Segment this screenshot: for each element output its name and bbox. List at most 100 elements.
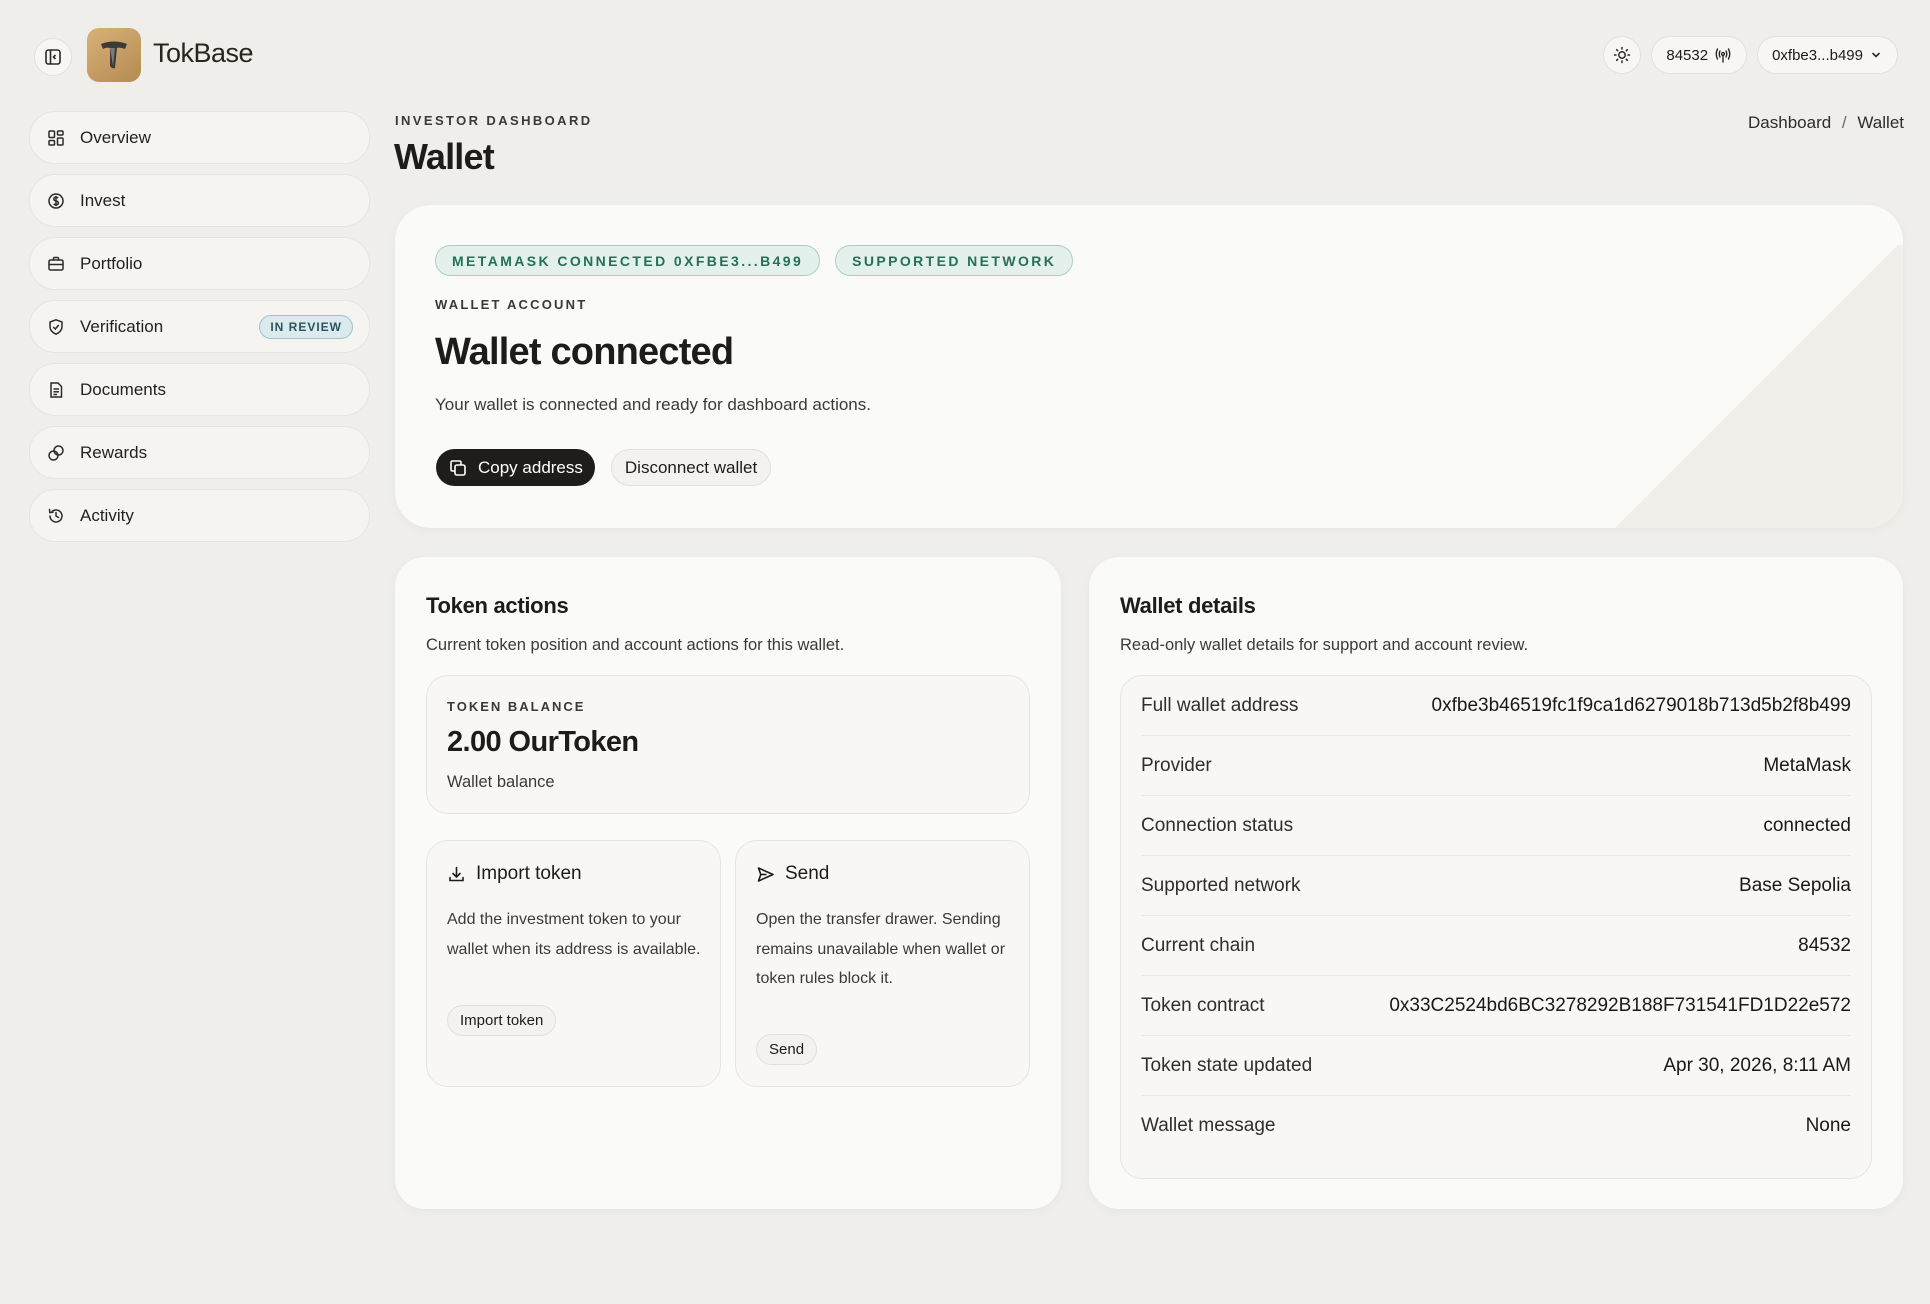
history-icon	[46, 506, 66, 526]
chain-id-label: 84532	[1666, 46, 1709, 64]
dollar-circle-icon	[46, 191, 66, 211]
wallet-status-title: Wallet connected	[435, 331, 734, 373]
detail-label: Current chain	[1141, 934, 1256, 956]
sidebar-item-documents[interactable]: Documents	[29, 363, 370, 416]
sidebar-item-verification[interactable]: Verification IN REVIEW	[29, 300, 370, 353]
wallet-details-card: Wallet details Read-only wallet details …	[1089, 557, 1903, 1209]
token-balance-eyebrow: TOKEN BALANCE	[447, 699, 586, 714]
sidebar-item-invest[interactable]: Invest	[29, 174, 370, 227]
connected-badge: METAMASK CONNECTED 0XFBE3...B499	[435, 245, 821, 276]
brand-name: TokBase	[153, 38, 254, 68]
sidebar-item-rewards[interactable]: Rewards	[29, 426, 370, 479]
wallet-account-eyebrow: WALLET ACCOUNT	[435, 297, 588, 312]
sidebar-item-label: Overview	[80, 127, 151, 147]
detail-label: Token state updated	[1141, 1054, 1313, 1076]
sun-icon	[1613, 46, 1631, 64]
import-token-title: Import token	[476, 863, 582, 884]
wallet-details-subtitle: Read-only wallet details for support and…	[1120, 636, 1529, 654]
sidebar-item-activity[interactable]: Activity	[29, 489, 370, 542]
detail-value: Base Sepolia	[1739, 874, 1851, 896]
network-badge: SUPPORTED NETWORK	[835, 245, 1074, 276]
network-chain-pill[interactable]: 84532	[1651, 36, 1748, 74]
detail-label: Full wallet address	[1141, 694, 1299, 716]
signal-icon	[1714, 46, 1732, 64]
detail-row-token-state-updated: Token state updated Apr 30, 2026, 8:11 A…	[1141, 1036, 1851, 1096]
detail-value: None	[1805, 1115, 1851, 1136]
briefcase-icon	[46, 254, 66, 274]
sidebar-toggle-icon	[44, 48, 62, 66]
sidebar-item-portfolio[interactable]: Portfolio	[29, 237, 370, 290]
account-menu-button[interactable]: 0xfbe3...b499	[1757, 36, 1898, 74]
document-icon	[46, 380, 66, 400]
page-title: Wallet	[394, 136, 495, 177]
detail-label: Token contract	[1141, 994, 1265, 1016]
breadcrumb-current: Wallet	[1857, 113, 1904, 132]
detail-value: 0x33C2524bd6BC3278292B188F731541FD1D22e5…	[1389, 994, 1851, 1016]
detail-row-provider: Provider MetaMask	[1141, 736, 1851, 796]
send-description: Open the transfer drawer. Sending remain…	[756, 911, 1006, 987]
wallet-details-list: Full wallet address 0xfbe3b46519fc1f9ca1…	[1120, 675, 1872, 1179]
detail-value: Apr 30, 2026, 8:11 AM	[1663, 1054, 1851, 1076]
grid-icon	[46, 128, 66, 148]
detail-value: 0xfbe3b46519fc1f9ca1d6279018b713d5b2f8b4…	[1431, 694, 1851, 716]
breadcrumb-link-dashboard[interactable]: Dashboard	[1748, 113, 1831, 132]
detail-value: connected	[1763, 814, 1851, 836]
download-icon	[447, 865, 466, 884]
token-balance-panel: TOKEN BALANCE 2.00 OurToken Wallet balan…	[426, 675, 1030, 814]
sidebar-item-label: Verification	[80, 316, 164, 336]
detail-row-wallet-message: Wallet message None	[1141, 1096, 1851, 1156]
token-actions-card: Token actions Current token position and…	[395, 557, 1061, 1209]
breadcrumb: Dashboard / Wallet	[1748, 113, 1904, 133]
sidebar-item-label: Documents	[80, 379, 166, 399]
token-balance-caption: Wallet balance	[447, 773, 555, 791]
verification-status-badge: IN REVIEW	[259, 314, 353, 339]
detail-row-token-contract: Token contract 0x33C2524bd6BC3278292B188…	[1141, 976, 1851, 1036]
brand-logo[interactable]	[87, 28, 141, 82]
token-actions-subtitle: Current token position and account actio…	[426, 636, 845, 654]
chevron-down-icon	[1869, 48, 1883, 62]
copy-icon	[448, 458, 468, 478]
wallet-actions: Copy address Disconnect wallet	[436, 449, 772, 486]
import-token-description: Add the investment token to your wallet …	[447, 911, 701, 958]
sidebar-toggle-button[interactable]	[34, 38, 72, 76]
wallet-status-card: METAMASK CONNECTED 0XFBE3...B499 SUPPORT…	[395, 205, 1903, 528]
sidebar-item-label: Activity	[80, 505, 134, 525]
shield-icon	[46, 317, 66, 337]
send-button[interactable]: Send	[756, 1034, 818, 1065]
breadcrumb-separator: /	[1841, 113, 1847, 132]
detail-value: MetaMask	[1763, 754, 1851, 776]
detail-label: Supported network	[1141, 874, 1301, 896]
sidebar-item-label: Portfolio	[80, 253, 143, 273]
token-actions-title: Token actions	[426, 593, 569, 618]
token-balance-value: 2.00 OurToken	[447, 726, 639, 758]
send-icon	[756, 865, 775, 884]
sidebar-nav: Overview Invest Portfolio Verification I…	[29, 111, 370, 552]
import-token-button[interactable]: Import token	[447, 1005, 557, 1036]
detail-label: Wallet message	[1141, 1115, 1276, 1136]
detail-row-supported-network: Supported network Base Sepolia	[1141, 856, 1851, 916]
wallet-status-description: Your wallet is connected and ready for d…	[435, 395, 871, 414]
detail-row-current-chain: Current chain 84532	[1141, 916, 1851, 976]
send-title: Send	[785, 863, 830, 884]
decorative-background-shape	[1603, 245, 1903, 528]
sidebar-item-label: Invest	[80, 190, 126, 210]
send-panel: Send Open the transfer drawer. Sending r…	[735, 840, 1030, 1087]
copy-address-button[interactable]: Copy address	[436, 449, 595, 486]
rewards-icon	[46, 443, 66, 463]
header-controls: 84532 0xfbe3...b499	[1603, 36, 1898, 74]
wallet-status-badges: METAMASK CONNECTED 0XFBE3...B499 SUPPORT…	[435, 245, 1074, 276]
wallet-details-title: Wallet details	[1120, 593, 1256, 618]
theme-toggle-button[interactable]	[1603, 36, 1642, 74]
sidebar-item-label: Rewards	[80, 442, 148, 462]
import-token-panel: Import token Add the investment token to…	[426, 840, 721, 1087]
account-address-label: 0xfbe3...b499	[1772, 46, 1863, 64]
disconnect-wallet-button[interactable]: Disconnect wallet	[610, 449, 772, 486]
detail-row-connection-status: Connection status connected	[1141, 796, 1851, 856]
detail-value: 84532	[1798, 934, 1851, 956]
detail-label: Provider	[1141, 754, 1212, 776]
detail-label: Connection status	[1141, 814, 1294, 836]
detail-row-full-address: Full wallet address 0xfbe3b46519fc1f9ca1…	[1141, 676, 1851, 736]
sidebar-item-overview[interactable]: Overview	[29, 111, 370, 164]
copy-address-label: Copy address	[478, 457, 583, 477]
page-eyebrow: INVESTOR DASHBOARD	[395, 113, 593, 128]
